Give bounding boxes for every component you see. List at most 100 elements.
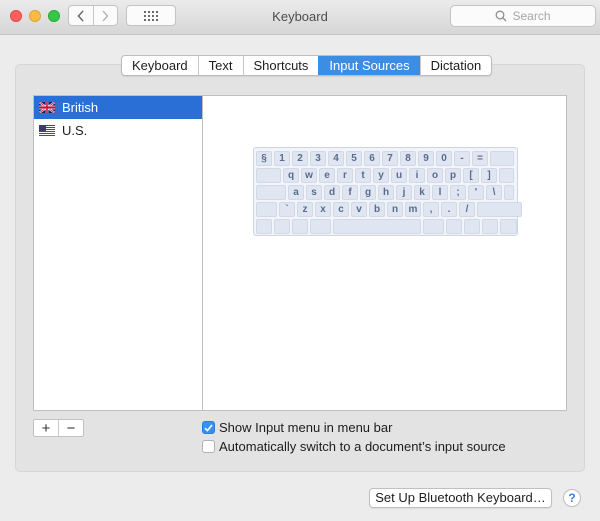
auto-switch-checkbox[interactable] xyxy=(202,440,215,453)
tab-input-sources[interactable]: Input Sources xyxy=(318,56,420,75)
auto-switch-option[interactable]: Automatically switch to a document’s inp… xyxy=(202,439,506,454)
key: . xyxy=(441,202,457,217)
key: l xyxy=(432,185,448,200)
key: p xyxy=(445,168,461,183)
key-arrow-right xyxy=(500,219,517,234)
input-source-list[interactable]: British U.S. xyxy=(33,95,203,411)
tab-shortcuts[interactable]: Shortcuts xyxy=(242,56,319,75)
key: j xyxy=(396,185,412,200)
search-field[interactable]: Search xyxy=(450,5,596,27)
key: = xyxy=(472,151,488,166)
key: ` xyxy=(279,202,295,217)
tab-text[interactable]: Text xyxy=(197,56,243,75)
key-command-right xyxy=(423,219,444,234)
key-option xyxy=(292,219,308,234)
key-option-right xyxy=(446,219,462,234)
setup-bluetooth-keyboard-button[interactable]: Set Up Bluetooth Keyboard… xyxy=(369,488,552,508)
key: \ xyxy=(486,185,502,200)
remove-input-source-button[interactable]: − xyxy=(58,420,83,436)
show-input-menu-checkbox[interactable] xyxy=(202,421,215,434)
checkmark-icon xyxy=(204,423,213,432)
keyboard-row: ` z x c v b n m , . / xyxy=(256,202,524,217)
keyboard-row: q w e r t y u i o p [ ] xyxy=(256,168,516,183)
key: 8 xyxy=(400,151,416,166)
key: [ xyxy=(463,168,479,183)
key: b xyxy=(369,202,385,217)
key: 6 xyxy=(364,151,380,166)
key: c xyxy=(333,202,349,217)
source-item-us[interactable]: U.S. xyxy=(34,119,202,142)
key: h xyxy=(378,185,394,200)
key-shift-left xyxy=(256,202,277,217)
key: ; xyxy=(450,185,466,200)
list-add-remove-control: + − xyxy=(33,419,84,437)
tab-dictation[interactable]: Dictation xyxy=(419,56,492,75)
key: f xyxy=(342,185,358,200)
source-item-british[interactable]: British xyxy=(34,96,202,119)
key-delete xyxy=(490,151,514,166)
key: y xyxy=(373,168,389,183)
key-caps-lock xyxy=(256,185,286,200)
key: - xyxy=(454,151,470,166)
key: s xyxy=(306,185,322,200)
show-input-menu-label: Show Input menu in menu bar xyxy=(219,420,393,435)
key: m xyxy=(405,202,421,217)
keyboard-row: § 1 2 3 4 5 6 7 8 9 0 - = xyxy=(256,151,516,166)
show-input-menu-option[interactable]: Show Input menu in menu bar xyxy=(202,420,392,435)
us-flag-icon xyxy=(39,125,55,136)
key: , xyxy=(423,202,439,217)
key: ] xyxy=(481,168,497,183)
key-shift-right xyxy=(477,202,522,217)
key: v xyxy=(351,202,367,217)
key: q xyxy=(283,168,299,183)
key-control xyxy=(274,219,290,234)
tab-keyboard[interactable]: Keyboard xyxy=(122,56,198,75)
key: t xyxy=(355,168,371,183)
key-fn xyxy=(256,219,272,234)
key: k xyxy=(414,185,430,200)
key: 3 xyxy=(310,151,326,166)
title-bar: Keyboard Search xyxy=(0,0,600,35)
key: r xyxy=(337,168,353,183)
key: 9 xyxy=(418,151,434,166)
search-icon xyxy=(496,10,507,22)
keyboard-row xyxy=(256,219,519,234)
key: 0 xyxy=(436,151,452,166)
search-placeholder: Search xyxy=(512,9,551,23)
key-command-left xyxy=(310,219,331,234)
key: e xyxy=(319,168,335,183)
key: n xyxy=(387,202,403,217)
add-input-source-button[interactable]: + xyxy=(34,420,58,436)
key: 7 xyxy=(382,151,398,166)
keyboard-preview-pane: § 1 2 3 4 5 6 7 8 9 0 - = q w e r t y u … xyxy=(202,95,567,411)
keyboard-layout-preview: § 1 2 3 4 5 6 7 8 9 0 - = q w e r t y u … xyxy=(253,147,522,236)
key: o xyxy=(427,168,443,183)
uk-flag-icon xyxy=(39,102,55,113)
tab-bar: Keyboard Text Shortcuts Input Sources Di… xyxy=(121,55,493,76)
source-label: U.S. xyxy=(62,123,88,138)
key: a xyxy=(288,185,304,200)
key: d xyxy=(324,185,340,200)
key: 4 xyxy=(328,151,344,166)
key-arrow-left xyxy=(464,219,480,234)
key: z xyxy=(297,202,313,217)
auto-switch-label: Automatically switch to a document’s inp… xyxy=(219,439,506,454)
key-space xyxy=(333,219,421,234)
key: ' xyxy=(468,185,484,200)
key: g xyxy=(360,185,376,200)
key: 5 xyxy=(346,151,362,166)
key: / xyxy=(459,202,475,217)
key: u xyxy=(391,168,407,183)
key-arrow-updown xyxy=(482,219,498,234)
key: 2 xyxy=(292,151,308,166)
key: w xyxy=(301,168,317,183)
key: § xyxy=(256,151,272,166)
key-return-top xyxy=(499,168,514,183)
keyboard-row: a s d f g h j k l ; ' \ xyxy=(256,185,516,200)
source-label: British xyxy=(62,100,99,115)
key: x xyxy=(315,202,331,217)
key: i xyxy=(409,168,425,183)
key-tab xyxy=(256,168,281,183)
key: 1 xyxy=(274,151,290,166)
help-button[interactable]: ? xyxy=(563,489,581,507)
